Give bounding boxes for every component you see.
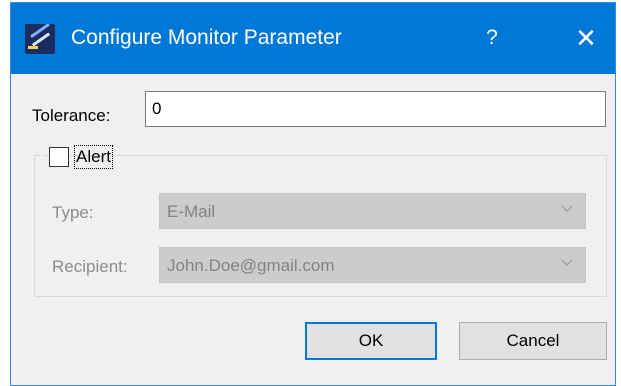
recipient-label: Recipient: <box>52 257 128 276</box>
app-logo-icon <box>25 24 55 54</box>
cancel-button[interactable]: Cancel <box>459 322 607 360</box>
title-bar[interactable]: Configure Monitor Parameter ? ✕ <box>11 3 615 74</box>
recipient-select[interactable]: John.Doe@gmail.com <box>159 247 586 283</box>
type-label: Type: <box>52 203 94 222</box>
dialog-title: Configure Monitor Parameter <box>71 26 342 49</box>
tolerance-label: Tolerance: <box>32 106 111 125</box>
close-button[interactable]: ✕ <box>569 21 603 55</box>
recipient-select-value: John.Doe@gmail.com <box>167 256 335 275</box>
alert-label[interactable]: Alert <box>74 145 113 169</box>
chevron-down-icon <box>561 205 573 212</box>
ok-button[interactable]: OK <box>305 322 437 360</box>
tolerance-input[interactable] <box>145 91 606 127</box>
alert-checkbox[interactable] <box>49 147 69 167</box>
type-select[interactable]: E-Mail <box>159 193 586 229</box>
help-button[interactable]: ? <box>477 21 507 55</box>
alert-toggle[interactable]: Alert <box>40 143 113 171</box>
dialog-window: Configure Monitor Parameter ? ✕ Toleranc… <box>11 3 615 385</box>
chevron-down-icon <box>561 259 573 266</box>
type-select-value: E-Mail <box>167 202 216 221</box>
